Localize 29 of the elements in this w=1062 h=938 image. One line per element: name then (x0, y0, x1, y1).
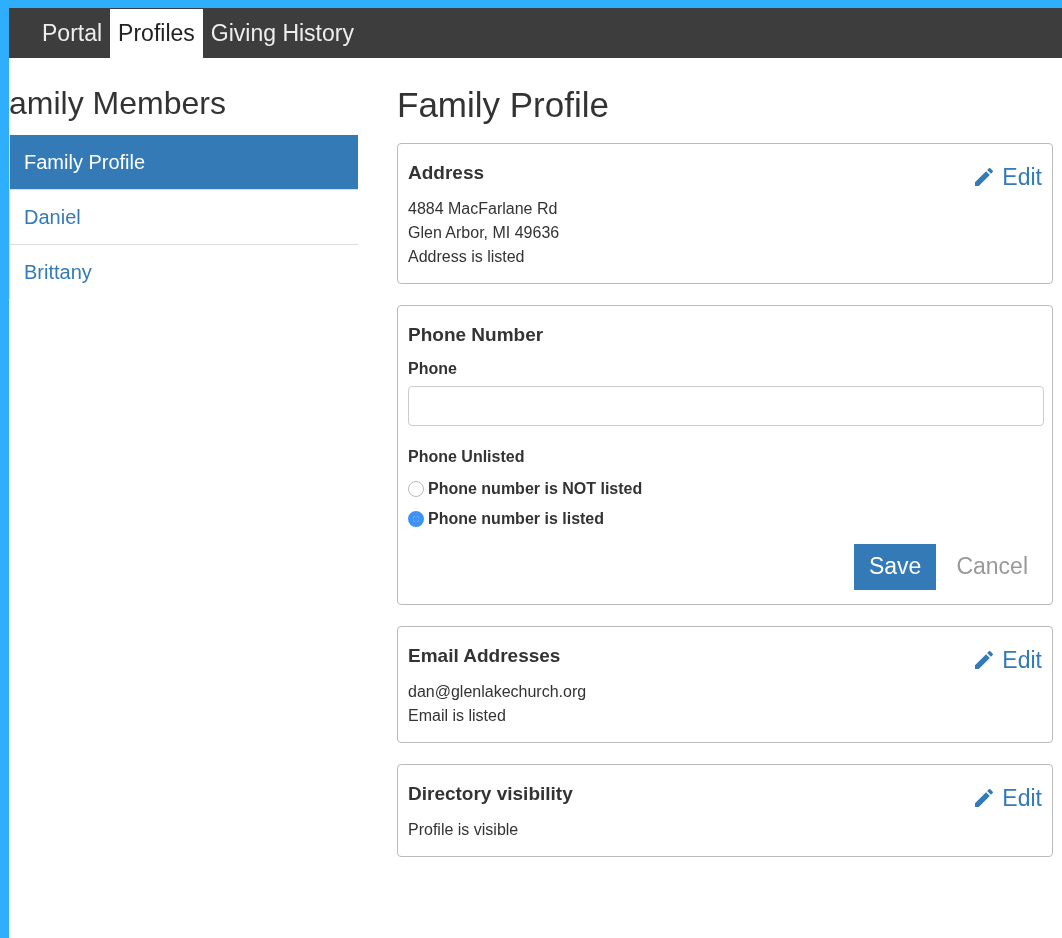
section-text: dan@glenlakechurch.org (408, 681, 588, 702)
section-title: Email Addresses (408, 644, 561, 667)
nav-tab[interactable]: Portal (34, 8, 111, 58)
section-title: Phone Number (408, 323, 545, 346)
phone-input-field[interactable] (408, 385, 1044, 426)
edit-link[interactable]: Edit (972, 784, 1042, 812)
section-title: Directory visibility (408, 782, 573, 805)
section-text: Email is listed (408, 705, 507, 726)
sidebar-item[interactable]: Family Profile (10, 135, 358, 191)
radio-label: Phone number is listed (428, 509, 605, 528)
edit-link[interactable]: Edit (972, 163, 1042, 191)
sidebar-item[interactable]: Brittany (10, 245, 358, 300)
field-label: Phone (408, 359, 458, 378)
section-text: Glen Arbor, MI 49636 (408, 222, 561, 243)
section-text: Profile is visible (408, 819, 520, 840)
sidebar-heading: amily Members (9, 86, 227, 122)
section-title: Address (408, 161, 485, 184)
nav-tab[interactable]: Profiles (110, 9, 203, 58)
section-text: 4884 MacFarlane Rd (408, 198, 559, 219)
nav-tab[interactable]: Giving History (202, 8, 362, 58)
save-button[interactable]: Save (853, 543, 937, 590)
radio-button[interactable] (408, 510, 424, 527)
sidebar-item[interactable]: Daniel (10, 190, 358, 246)
page-title: Family Profile (397, 86, 610, 125)
edit-link[interactable]: Edit (972, 646, 1042, 674)
cancel-button[interactable]: Cancel (942, 543, 1042, 590)
section-text: Address is listed (408, 246, 526, 267)
radio-group-label: Phone Unlisted (408, 447, 526, 466)
radio-label: Phone number is NOT listed (428, 479, 643, 498)
